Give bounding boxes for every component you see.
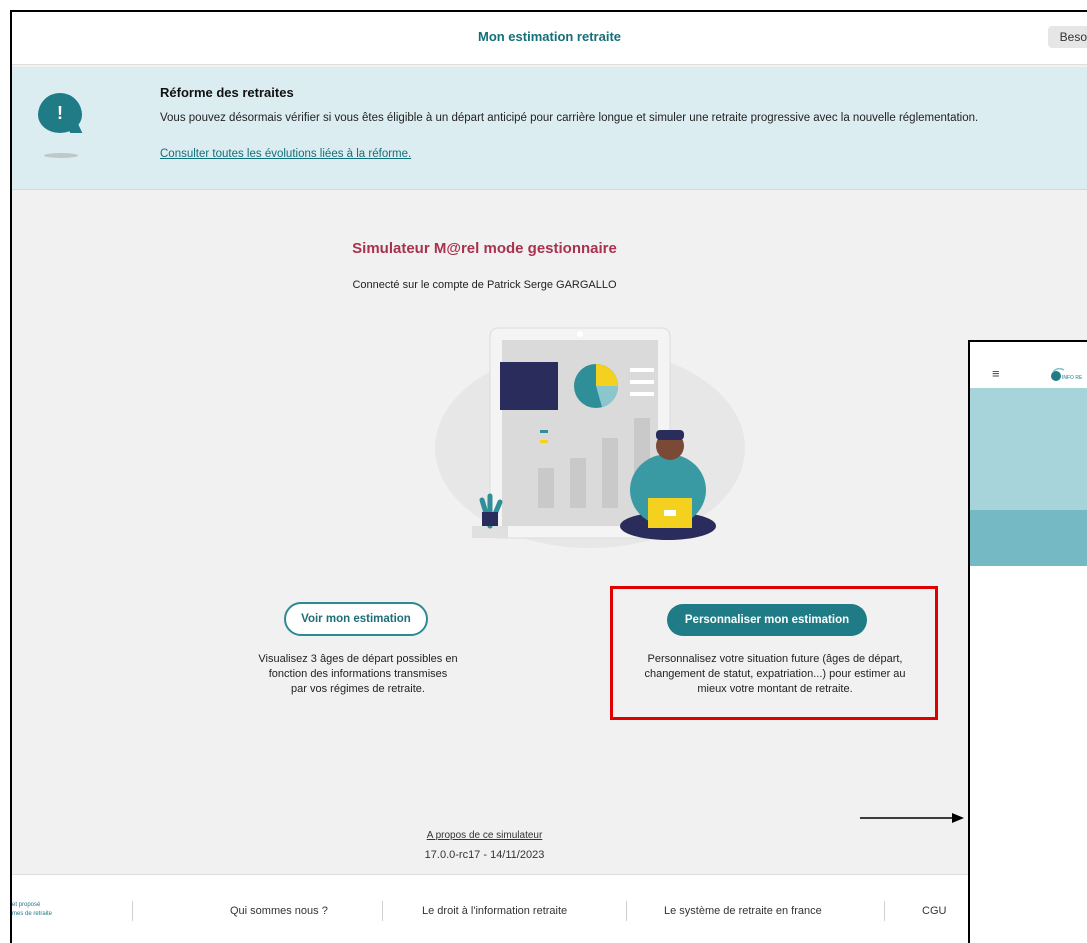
mobile-preview-panel: ≡ INFO RE [968, 340, 1087, 943]
footer-separator [884, 901, 885, 921]
footer-separator [626, 901, 627, 921]
panel-band-dark [970, 510, 1087, 566]
footer-link-about-us[interactable]: Qui sommes nous ? [230, 905, 328, 917]
connected-account: Connecté sur le compte de Patrick Serge … [352, 279, 617, 291]
banner-text: Vous pouvez désormais vérifier si vous ê… [160, 112, 979, 124]
footer-separator [382, 901, 383, 921]
view-estimation-button[interactable]: Voir mon estimation [284, 602, 428, 636]
browser-frame: Mon estimation retraite Beso ! Réforme d… [10, 10, 1087, 943]
version-label: 17.0.0-rc17 - 14/11/2023 [424, 849, 545, 861]
arrow-icon [860, 813, 964, 823]
simulator-title: Simulateur M@rel mode gestionnaire [352, 240, 617, 257]
footer-link-retirement-system[interactable]: Le système de retraite en france [664, 905, 822, 917]
svg-text:INFO RE: INFO RE [1062, 375, 1083, 381]
panel-band [970, 388, 1087, 510]
reform-link[interactable]: Consulter toutes les évolutions liées à … [160, 148, 411, 160]
banner-title: Réforme des retraites [160, 85, 294, 100]
footer-logo[interactable]: et proposé mes de retraite [12, 901, 52, 919]
footer-link-cgu[interactable]: CGU [922, 905, 946, 917]
top-bar: Mon estimation retraite Beso [12, 12, 1087, 65]
info-retraite-logo: INFO RE [1051, 367, 1083, 381]
page-title: Mon estimation retraite [477, 29, 622, 44]
highlight-box [610, 586, 938, 720]
footer-link-right-to-information[interactable]: Le droit à l'information retraite [422, 905, 567, 917]
menu-icon[interactable]: ≡ [992, 366, 1000, 381]
view-estimation-description: Visualisez 3 âges de départ possibles en… [258, 653, 458, 695]
about-simulator-link[interactable]: A propos de ce simulateur [12, 830, 957, 841]
reform-banner: ! Réforme des retraites Vous pouvez déso… [12, 67, 1087, 190]
exclamation-bubble-icon: ! [38, 93, 82, 133]
footer: et proposé mes de retraite Qui sommes no… [12, 874, 1087, 943]
help-button[interactable]: Beso [1047, 26, 1087, 48]
person-with-laptop-illustration [435, 327, 745, 548]
bubble-shadow [44, 153, 78, 158]
footer-separator [132, 901, 133, 921]
